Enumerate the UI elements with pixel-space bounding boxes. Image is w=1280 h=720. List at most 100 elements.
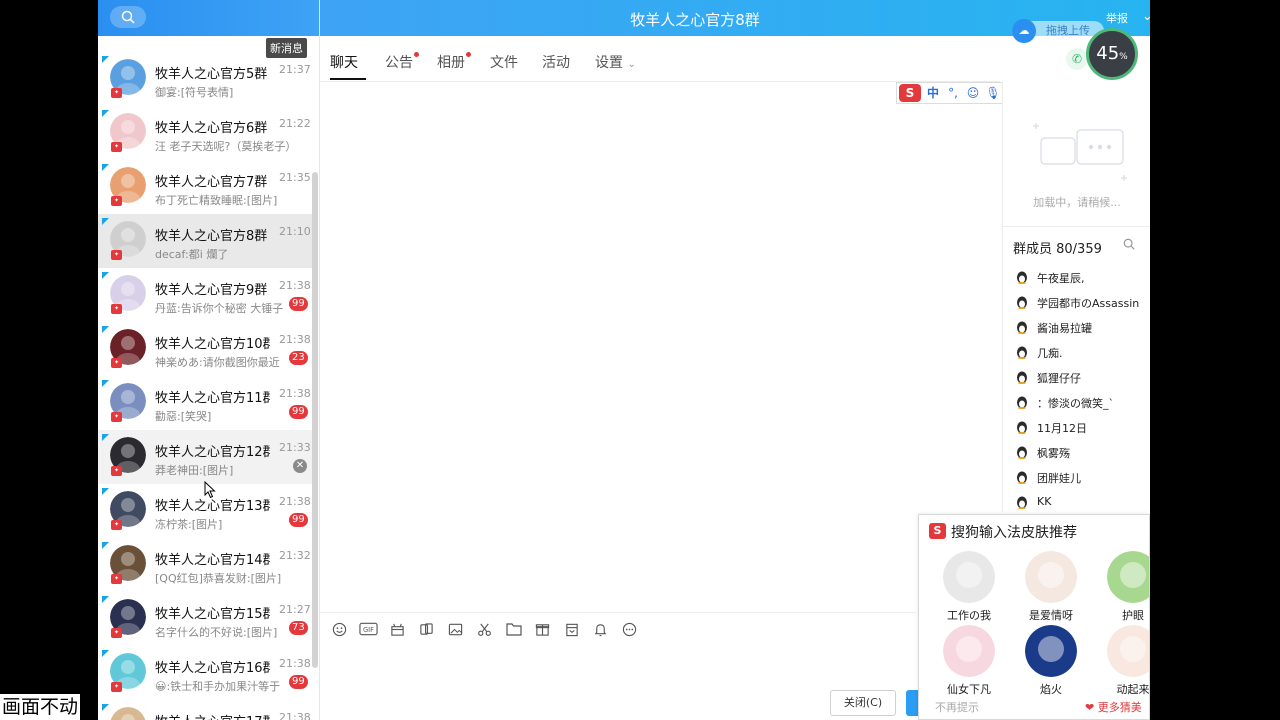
- tab-files[interactable]: 文件: [490, 52, 518, 72]
- conversation-list[interactable]: 去说吧:[一的语音]✦牧羊人之心官方5群御宴:[符号表情]21:37✦牧羊人之心…: [98, 0, 314, 720]
- member-item[interactable]: KK: [1015, 493, 1149, 513]
- punctuation-icon[interactable]: °,: [945, 85, 961, 101]
- member-name: 学园都市のAssassin: [1037, 297, 1140, 310]
- pin-marker: [102, 596, 109, 603]
- sogou-logo-icon[interactable]: S: [899, 84, 921, 102]
- qq-penguin-icon: [1017, 296, 1027, 309]
- emoji-icon[interactable]: ☺: [965, 85, 981, 101]
- more-skins-link[interactable]: ❤ 更多猜美: [1085, 699, 1142, 715]
- member-item[interactable]: 11月12日: [1015, 418, 1149, 438]
- conversation-time: 21:38: [279, 711, 311, 720]
- list-item[interactable]: ✦ 牧羊人之心官方8群 decaf:都i 爛了 21:10: [98, 214, 314, 268]
- member-item[interactable]: 团胖娃儿: [1015, 468, 1149, 488]
- group-level-icon: ✦: [111, 574, 122, 584]
- gauge-unit: %: [1119, 52, 1128, 62]
- skin-option[interactable]: 工作の我: [933, 551, 1003, 623]
- conversation-time: 21:38: [279, 387, 311, 400]
- list-item[interactable]: ✦ 牧羊人之心官方14群 [QQ红包]恭喜发财:[图片] 21:32: [98, 538, 314, 592]
- skin-option[interactable]: 是爱情呀: [1015, 551, 1085, 623]
- skin-option[interactable]: 焰火: [1015, 625, 1085, 697]
- tab-settings[interactable]: 设置 ⌄: [595, 52, 636, 72]
- member-name: ：惨淡の微笑_`: [1037, 397, 1114, 410]
- group-level-icon: ✦: [111, 142, 122, 152]
- skin-option[interactable]: 动起来: [1097, 625, 1150, 697]
- conversation-name: 牧羊人之心官方16群: [155, 661, 270, 676]
- tab-label: 设置: [595, 55, 623, 71]
- phone-icon[interactable]: ✆: [1066, 48, 1088, 70]
- list-item[interactable]: ✦ 牧羊人之心官方16群 😀:铁士和手办加果汁等于 21:38 99: [98, 646, 314, 700]
- close-button[interactable]: 关闭(C): [830, 690, 896, 716]
- member-name: 几痴.: [1037, 347, 1063, 360]
- skin-thumbnail: [1107, 625, 1149, 677]
- skin-thumbnail: [1025, 625, 1077, 677]
- chevron-down-icon[interactable]: ⌄: [1142, 9, 1150, 24]
- skin-label: 工作の我: [947, 609, 991, 622]
- skin-option[interactable]: 仙女下凡: [933, 625, 1003, 697]
- active-tab-indicator: [330, 78, 366, 80]
- member-item[interactable]: ：惨淡の微笑_`: [1015, 393, 1149, 413]
- red-packet-icon[interactable]: [533, 620, 552, 638]
- skin-thumbnail: [943, 625, 995, 677]
- conversation-time: 21:38: [279, 333, 311, 346]
- report-link[interactable]: 举报: [1106, 10, 1128, 26]
- new-message-tip[interactable]: 新消息: [266, 38, 307, 58]
- list-item[interactable]: ✦ 牧羊人之心官方9群 丹蓝:告诉你个秘密 大锤子 21:38 99: [98, 268, 314, 322]
- qq-penguin-icon: [1017, 421, 1027, 434]
- member-item[interactable]: 狐狸仔仔: [1015, 368, 1149, 388]
- member-item[interactable]: 学园都市のAssassin: [1015, 293, 1149, 313]
- conversation-preview: 汪 老子天选呢?（莫挨老子）: [155, 140, 297, 153]
- member-item[interactable]: 酱油易拉罐: [1015, 318, 1149, 338]
- unread-count-badge: 99: [289, 513, 308, 527]
- tab-chat[interactable]: 聊天: [330, 52, 358, 72]
- conversation-preview: 勸惡:[笑哭]: [155, 410, 212, 423]
- skin-option[interactable]: 护眼: [1097, 551, 1149, 623]
- gif-icon[interactable]: GIF: [359, 620, 378, 638]
- list-item[interactable]: ✦ 牧羊人之心官方10群 神楽めあ:请你截图你最近 21:38 23: [98, 322, 314, 376]
- group-level-icon: ✦: [111, 358, 122, 368]
- unread-dot: [414, 52, 419, 57]
- close-icon[interactable]: ✕: [293, 459, 307, 473]
- list-item[interactable]: ✦ 牧羊人之心官方7群 布丁死亡精致睡眠:[图片] 21:35: [98, 160, 314, 214]
- image-icon[interactable]: [446, 620, 465, 638]
- performance-gauge[interactable]: 45%: [1086, 28, 1138, 80]
- gift-box-icon[interactable]: [388, 620, 407, 638]
- dont-show-again-link[interactable]: 不再提示: [935, 699, 979, 715]
- pin-marker: [102, 488, 109, 495]
- svg-text:GIF: GIF: [363, 626, 374, 634]
- more-skins-label: 更多猜美: [1097, 701, 1142, 714]
- cards-icon[interactable]: [417, 620, 436, 638]
- search-icon[interactable]: [1123, 238, 1135, 250]
- search-button[interactable]: [110, 6, 146, 28]
- window-title: 牧羊人之心官方8群: [630, 11, 760, 29]
- pin-marker: [102, 110, 109, 117]
- ime-mode-toggle[interactable]: 中: [925, 85, 941, 101]
- member-item[interactable]: 枫雾殇: [1015, 443, 1149, 463]
- unread-count-badge: 73: [289, 621, 308, 635]
- list-item[interactable]: ✦ 牧羊人之心官方15群 名字什么的不好说:[图片] 21:27 73: [98, 592, 314, 646]
- skin-label: 动起来: [1116, 683, 1150, 696]
- list-item[interactable]: ✦ 牧羊人之心官方5群 御宴:[符号表情] 21:37: [98, 52, 314, 106]
- scissors-icon[interactable]: [475, 620, 494, 638]
- bell-icon[interactable]: [591, 620, 610, 638]
- list-item[interactable]: ✦ 牧羊人之心官方11群 勸惡:[笑哭] 21:38 99: [98, 376, 314, 430]
- tab-album[interactable]: 相册: [437, 52, 471, 72]
- input-toolbar: GIF: [330, 620, 639, 638]
- conversation-name: 牧羊人之心官方9群: [155, 283, 268, 298]
- sidebar-scrollbar[interactable]: [312, 172, 318, 668]
- calendar-icon[interactable]: [562, 620, 581, 638]
- unread-count-badge: 99: [289, 297, 308, 311]
- tab-activity[interactable]: 活动: [542, 52, 570, 72]
- member-item[interactable]: 几痴.: [1015, 343, 1149, 363]
- skin-label: 是爱情呀: [1029, 609, 1073, 622]
- tab-announcement[interactable]: 公告: [385, 52, 419, 72]
- list-item[interactable]: ✦ 牧羊人之心官方12群 莽老神田:[图片] 21:33 ✕: [98, 430, 314, 484]
- folder-icon[interactable]: [504, 620, 523, 638]
- qq-penguin-icon: [1017, 321, 1027, 334]
- microphone-icon[interactable]: 🎙: [985, 85, 1001, 101]
- more-icon[interactable]: [620, 620, 639, 638]
- member-item[interactable]: 午夜星辰,: [1015, 268, 1149, 288]
- search-icon: [121, 10, 135, 24]
- emoji-icon[interactable]: [330, 620, 349, 638]
- list-item[interactable]: ✦牧羊人之心官方17群21:38: [98, 700, 314, 720]
- list-item[interactable]: ✦ 牧羊人之心官方6群汪 老子天选呢?（莫挨老子） 21:22: [98, 106, 314, 160]
